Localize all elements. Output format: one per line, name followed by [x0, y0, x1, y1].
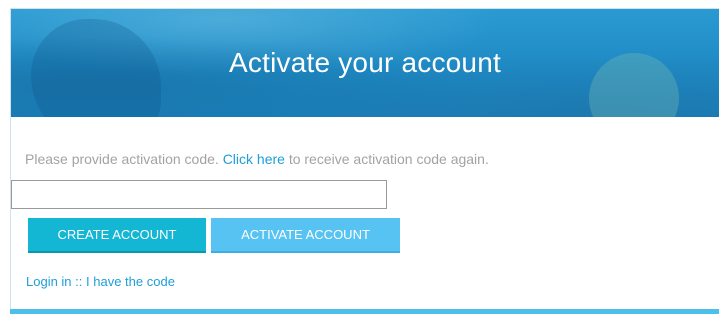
- instructions-prefix: Please provide activation code.: [25, 151, 219, 167]
- instructions-suffix: to receive activation code again.: [288, 151, 489, 167]
- page-title: Activate your account: [229, 47, 501, 78]
- login-link[interactable]: Login in: [26, 274, 72, 289]
- create-account-button[interactable]: CREATE ACCOUNT: [28, 218, 206, 253]
- have-code-link[interactable]: I have the code: [86, 274, 175, 289]
- page: Activate your account Please provide act…: [0, 0, 719, 323]
- resend-code-link[interactable]: Click here: [223, 151, 285, 167]
- activate-account-button[interactable]: ACTIVATE ACCOUNT: [211, 218, 400, 253]
- hero-banner: Activate your account: [11, 9, 719, 117]
- footer-links: Login in :: I have the code: [26, 274, 175, 289]
- card-bottom-accent: [10, 309, 719, 314]
- footer-separator: ::: [75, 274, 83, 289]
- activation-code-input[interactable]: [11, 180, 387, 209]
- instructions-row: Please provide activation code. Click he…: [25, 150, 695, 168]
- instructions-text: Please provide activation code. Click he…: [25, 150, 695, 168]
